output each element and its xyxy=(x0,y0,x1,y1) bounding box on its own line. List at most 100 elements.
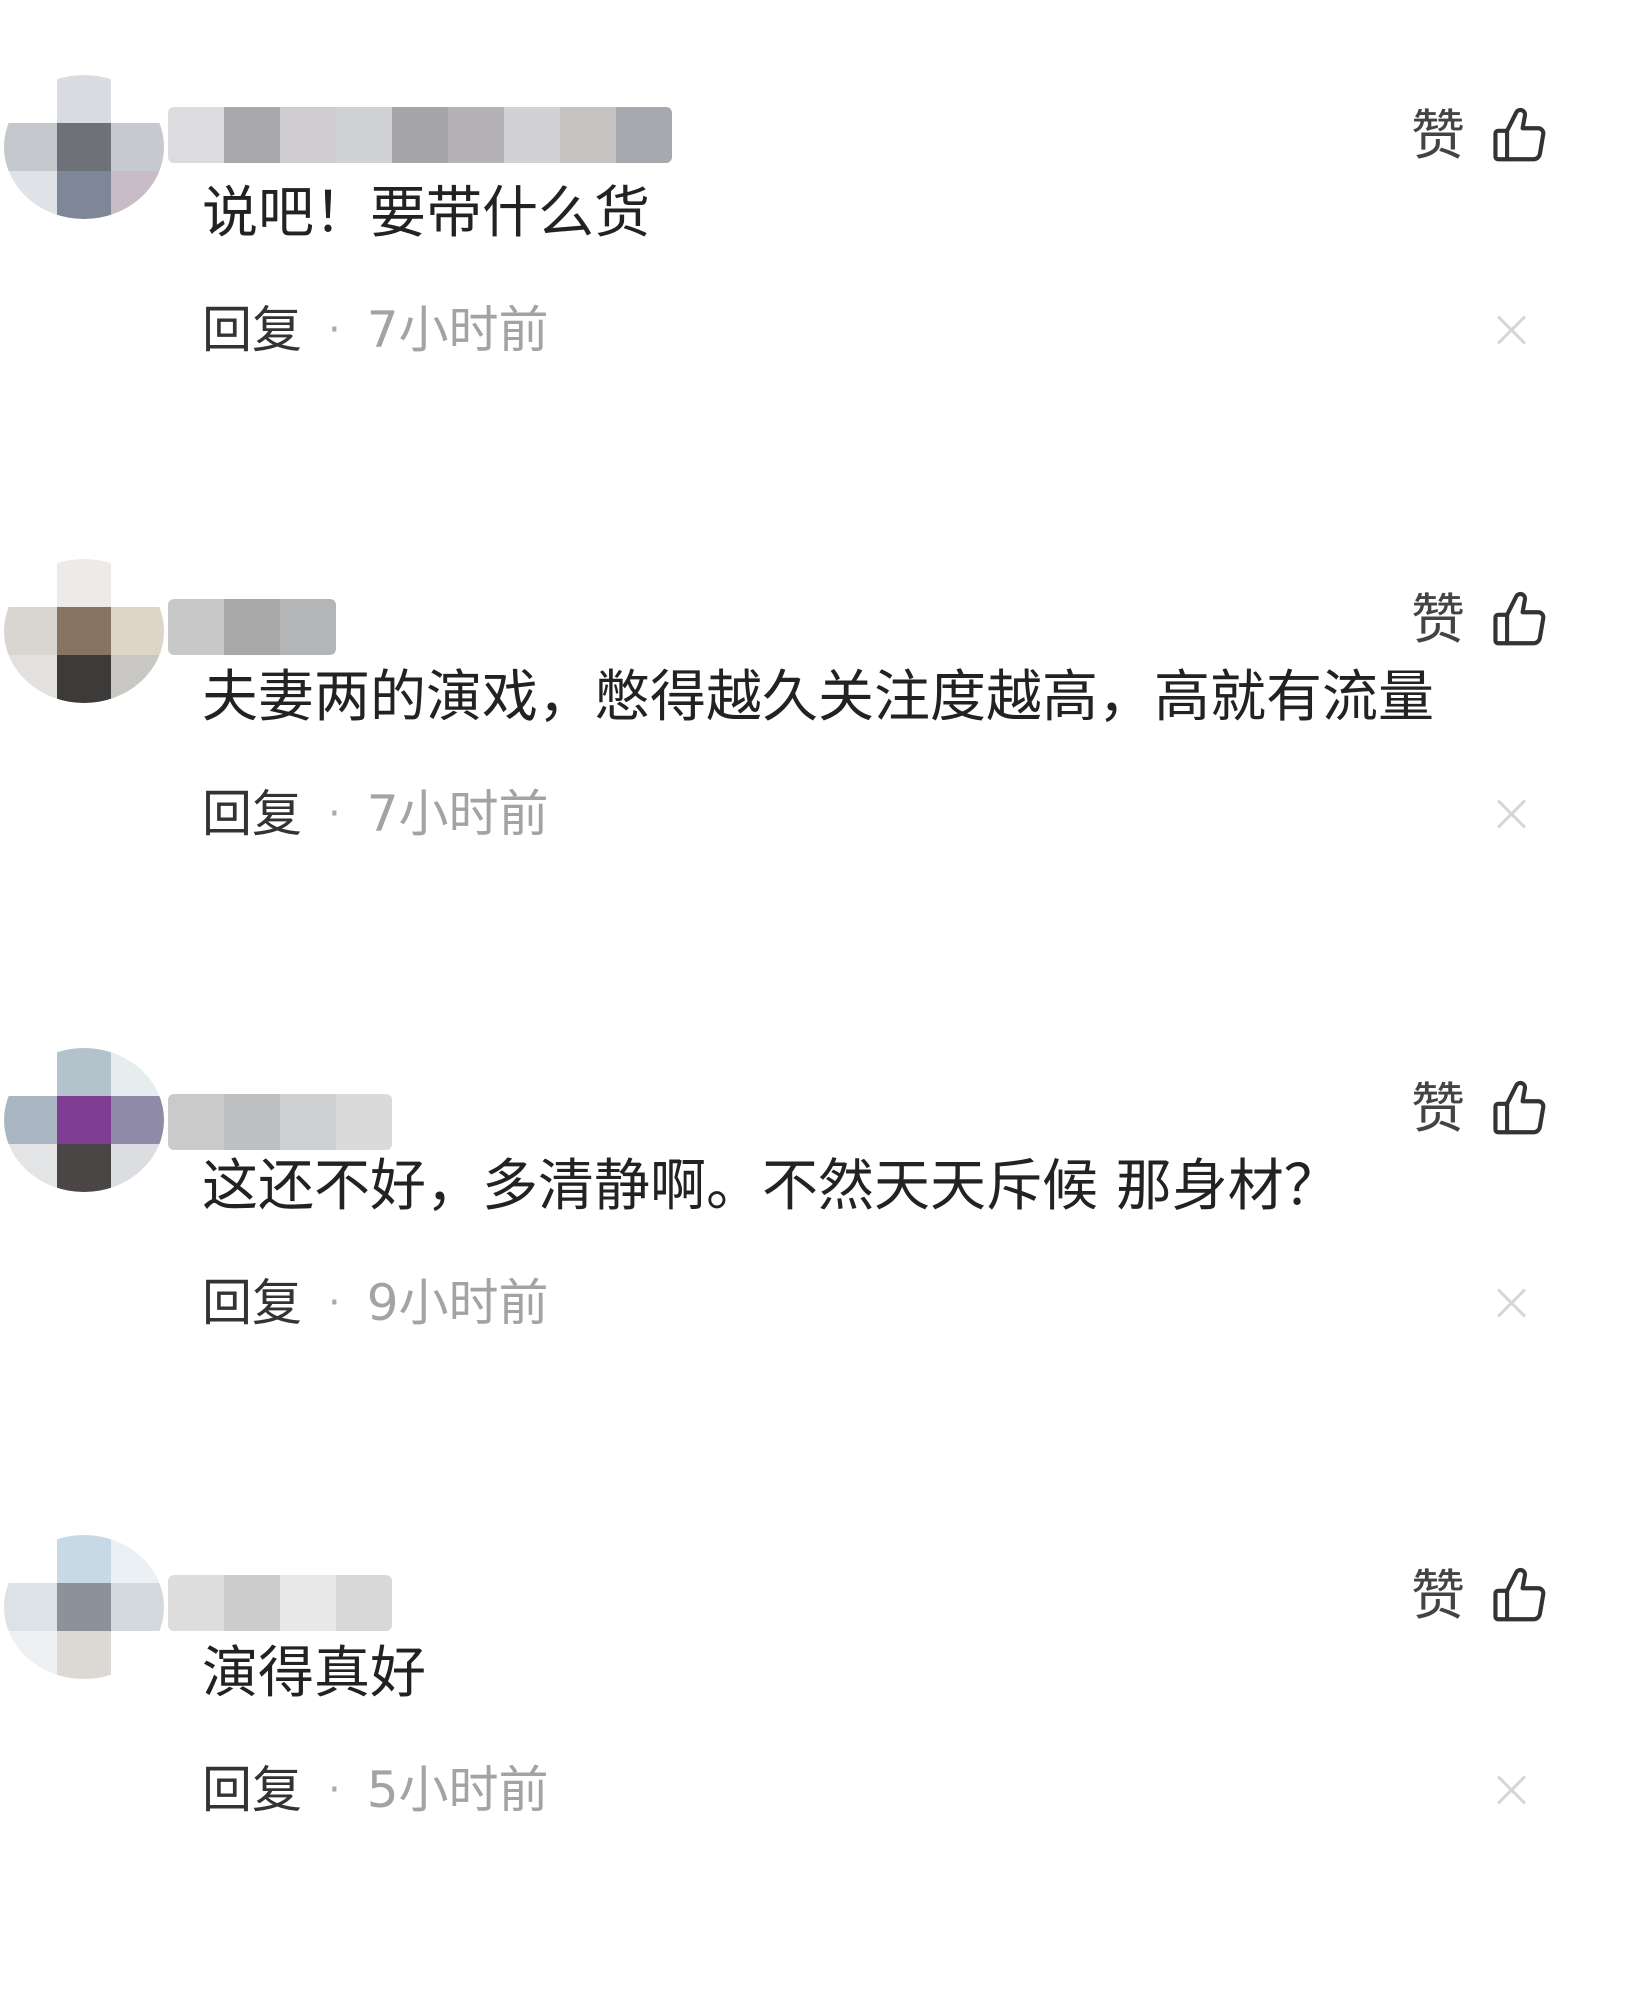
close-icon[interactable] xyxy=(1493,1284,1529,1320)
avatar-pixel xyxy=(57,75,111,123)
like-control[interactable]: 赞 xyxy=(1411,1078,1551,1140)
username-pixel xyxy=(168,107,224,163)
avatar-pixel xyxy=(4,123,58,171)
timestamp: 9小时前 xyxy=(366,1274,549,1332)
username-pixel xyxy=(336,107,392,163)
avatar[interactable] xyxy=(4,1048,164,1192)
avatar[interactable] xyxy=(4,75,164,219)
avatar-pixel xyxy=(57,607,111,655)
avatar-pixel xyxy=(57,1535,111,1583)
username-pixel xyxy=(168,1094,224,1150)
timestamp: 7小时前 xyxy=(366,785,549,843)
avatar-pixel xyxy=(4,171,58,219)
like-label[interactable]: 赞 xyxy=(1411,1082,1465,1136)
username-blurred[interactable] xyxy=(168,1575,392,1631)
username-pixel xyxy=(168,1575,224,1631)
like-label[interactable]: 赞 xyxy=(1411,593,1465,647)
username-pixel xyxy=(280,1094,336,1150)
avatar-pixel xyxy=(110,1048,164,1096)
reply-button[interactable]: 回复 xyxy=(202,789,302,839)
username-blurred[interactable] xyxy=(168,599,336,655)
avatar-pixel xyxy=(57,559,111,607)
username-pixel xyxy=(280,107,336,163)
avatar-pixel xyxy=(110,1096,164,1144)
username-pixel xyxy=(336,1094,392,1150)
comment-item: 赞 这还不好，多清静啊。不然天天斥候 那身材？ 回复 · 9小时前 xyxy=(0,1048,1633,1528)
reply-button[interactable]: 回复 xyxy=(202,1765,302,1815)
avatar-pixel xyxy=(110,1144,164,1192)
avatar-pixel xyxy=(57,1048,111,1096)
comment-text: 夫妻两的演戏，憋得越久关注度越高，高就有流量 xyxy=(202,665,1434,730)
avatar-pixel xyxy=(57,1583,111,1631)
avatar-pixel xyxy=(57,1631,111,1679)
like-control[interactable]: 赞 xyxy=(1411,589,1551,651)
avatar[interactable] xyxy=(4,1535,164,1679)
avatar-pixel xyxy=(57,1096,111,1144)
comment-item: 赞 演得真好 回复 · 5小时前 xyxy=(0,1535,1633,2015)
username-pixel xyxy=(224,1094,280,1150)
avatar-pixel xyxy=(4,1583,58,1631)
avatar-pixel xyxy=(4,1144,58,1192)
comment-meta: 回复 · 9小时前 xyxy=(202,1278,549,1328)
timestamp: 5小时前 xyxy=(366,1761,549,1819)
comment-text: 这还不好，多清静啊。不然天天斥候 那身材？ xyxy=(202,1154,1340,1219)
avatar-pixel xyxy=(110,607,164,655)
username-pixel xyxy=(392,107,448,163)
meta-separator: · xyxy=(328,1767,341,1813)
avatar-pixel xyxy=(57,171,111,219)
avatar-pixel xyxy=(110,559,164,607)
avatar-pixel xyxy=(110,1583,164,1631)
username-pixel xyxy=(616,107,672,163)
username-blurred[interactable] xyxy=(168,107,672,163)
like-label[interactable]: 赞 xyxy=(1411,109,1465,163)
avatar-pixel xyxy=(4,1096,58,1144)
username-pixel xyxy=(168,599,224,655)
thumbs-up-icon[interactable] xyxy=(1489,1565,1551,1627)
close-icon[interactable] xyxy=(1493,1771,1529,1807)
thumbs-up-icon[interactable] xyxy=(1489,589,1551,651)
reply-button[interactable]: 回复 xyxy=(202,305,302,355)
avatar-pixel xyxy=(110,655,164,703)
username-pixel xyxy=(224,1575,280,1631)
username-pixel xyxy=(280,599,336,655)
username-blurred[interactable] xyxy=(168,1094,392,1150)
like-label[interactable]: 赞 xyxy=(1411,1569,1465,1623)
thumbs-up-icon[interactable] xyxy=(1489,1078,1551,1140)
close-icon[interactable] xyxy=(1493,795,1529,831)
avatar[interactable] xyxy=(4,559,164,703)
avatar-pixel xyxy=(4,607,58,655)
reply-button[interactable]: 回复 xyxy=(202,1278,302,1328)
meta-separator: · xyxy=(328,1280,341,1326)
meta-separator: · xyxy=(328,307,341,353)
username-pixel xyxy=(504,107,560,163)
avatar-pixel xyxy=(57,655,111,703)
avatar-pixel xyxy=(4,1535,58,1583)
username-pixel xyxy=(224,599,280,655)
avatar-pixel xyxy=(4,655,58,703)
timestamp: 7小时前 xyxy=(366,301,549,359)
username-pixel xyxy=(336,1575,392,1631)
avatar-pixel xyxy=(110,75,164,123)
username-pixel xyxy=(280,1575,336,1631)
thumbs-up-icon[interactable] xyxy=(1489,105,1551,167)
comment-meta: 回复 · 7小时前 xyxy=(202,305,549,355)
avatar-pixel xyxy=(110,1535,164,1583)
comment-meta: 回复 · 7小时前 xyxy=(202,789,549,839)
avatar-pixel xyxy=(4,75,58,123)
username-pixel xyxy=(560,107,616,163)
avatar-pixel xyxy=(4,559,58,607)
avatar-pixel xyxy=(57,1144,111,1192)
like-control[interactable]: 赞 xyxy=(1411,1565,1551,1627)
comment-item: 赞 说吧！要带什么货 回复 · 7小时前 xyxy=(0,75,1633,555)
avatar-pixel xyxy=(4,1631,58,1679)
avatar-pixel xyxy=(110,171,164,219)
avatar-pixel xyxy=(110,1631,164,1679)
comment-text: 演得真好 xyxy=(202,1641,426,1706)
close-icon[interactable] xyxy=(1493,311,1529,347)
avatar-pixel xyxy=(57,123,111,171)
comment-text: 说吧！要带什么货 xyxy=(202,181,650,246)
username-pixel xyxy=(224,107,280,163)
comment-item: 赞 夫妻两的演戏，憋得越久关注度越高，高就有流量 回复 · 7小时前 xyxy=(0,559,1633,1039)
avatar-pixel xyxy=(110,123,164,171)
like-control[interactable]: 赞 xyxy=(1411,105,1551,167)
